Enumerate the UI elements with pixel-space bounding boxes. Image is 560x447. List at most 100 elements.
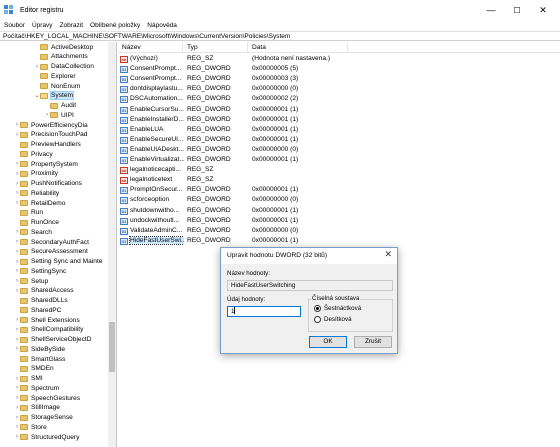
tree-item[interactable]: PreviewHandlers bbox=[14, 140, 81, 150]
close-button[interactable]: ✕ bbox=[530, 0, 556, 20]
list-row[interactable]: 01 ConsentPrompt... REG_DWORD 0x00000003 (3… bbox=[118, 74, 560, 84]
tree-item[interactable]: › PrecisionTouchPad bbox=[14, 130, 87, 140]
list-row[interactable]: 01 EnableUIADeskt... REG_DWORD 0x00000000 (… bbox=[118, 145, 560, 155]
tree-item[interactable]: ⌄ System bbox=[34, 91, 74, 101]
list-row[interactable]: 01 EnableCursorSu... REG_DWORD 0x00000001 (… bbox=[118, 105, 560, 115]
minimize-button[interactable]: — bbox=[478, 0, 504, 20]
tree-item[interactable]: SharedPC bbox=[14, 305, 61, 315]
list-row[interactable]: 01 ConsentPrompt... REG_DWORD 0x00000005 (5… bbox=[118, 64, 560, 74]
tree-item[interactable]: › Setup bbox=[14, 276, 48, 286]
window-title: Editor registru bbox=[20, 6, 64, 14]
list-row[interactable]: 01 EnableLUA REG_DWORD 0x00000001 (1) bbox=[118, 125, 560, 135]
tree-item[interactable]: › PowerEfficiencyDia bbox=[14, 120, 88, 130]
tree-item[interactable]: › Store bbox=[14, 422, 47, 432]
tree-item[interactable]: › StillImage bbox=[14, 403, 60, 413]
menu-soubor[interactable]: Soubor bbox=[4, 22, 25, 29]
tree-item[interactable]: › SpeechGestures bbox=[14, 393, 80, 403]
tree-item[interactable]: RunOnce bbox=[14, 218, 59, 228]
list-row[interactable]: 01 EnableSecureUI... REG_DWORD 0x00000001 (… bbox=[118, 135, 560, 145]
tree-item-label: Shell Extensions bbox=[31, 316, 80, 324]
maximize-button[interactable]: ☐ bbox=[504, 0, 530, 20]
value-name-cell: 01 HideFastUserSwi... bbox=[120, 235, 184, 246]
dialog-close-button[interactable]: ✕ bbox=[384, 249, 392, 260]
list-row[interactable]: ab (Výchozí) REG_SZ (Hodnota není nastavena… bbox=[118, 54, 560, 64]
ok-button[interactable]: OK bbox=[309, 336, 347, 348]
menu-upravy[interactable]: Úpravy bbox=[32, 22, 53, 29]
tree-item[interactable]: › SharedAccess bbox=[14, 286, 74, 296]
tree-item[interactable]: › SettingSync bbox=[14, 266, 66, 276]
tree-item[interactable]: › Spectrum bbox=[14, 383, 59, 393]
tree-item[interactable]: › Shell Extensions bbox=[14, 315, 80, 325]
value-type-cell: REG_DWORD bbox=[187, 125, 231, 133]
value-data-cell: 0x00000000 (0) bbox=[252, 85, 299, 93]
menu-bar: Soubor Úpravy Zobrazit Oblíbené položky … bbox=[0, 20, 560, 31]
tree-item[interactable]: › DataCollection bbox=[34, 62, 94, 72]
hex-radio[interactable]: Šestnáctková bbox=[314, 305, 361, 312]
folder-icon bbox=[20, 326, 28, 333]
tree-scrollbar[interactable] bbox=[108, 42, 116, 447]
list-row[interactable]: ab legalnoticecapti... REG_SZ bbox=[118, 165, 560, 175]
tree-item[interactable]: › RetailDemo bbox=[14, 198, 65, 208]
tree-item[interactable]: ActiveDesktop bbox=[34, 42, 93, 52]
tree-item[interactable]: › Reliability bbox=[14, 188, 59, 198]
menu-oblibene[interactable]: Oblíbené položky bbox=[90, 22, 140, 29]
list-row[interactable]: 01 undockwithoutl... REG_DWORD 0x00000001 (… bbox=[118, 216, 560, 226]
address-bar[interactable]: Počítač\HKEY_LOCAL_MACHINE\SOFTWARE\Micr… bbox=[0, 31, 560, 41]
list-row[interactable]: 01 DSCAutomation... REG_DWORD 0x00000002 (2… bbox=[118, 94, 560, 104]
menu-zobrazit[interactable]: Zobrazit bbox=[60, 22, 83, 29]
tree-item-label: ActiveDesktop bbox=[51, 43, 94, 51]
tree-item[interactable]: SMDEn bbox=[14, 364, 54, 374]
folder-icon bbox=[20, 151, 28, 158]
folder-icon bbox=[20, 268, 28, 275]
folder-icon bbox=[20, 209, 28, 216]
value-type-cell: REG_SZ bbox=[187, 166, 214, 174]
cancel-button[interactable]: Zrušit bbox=[354, 336, 392, 348]
column-name-header[interactable]: Název bbox=[118, 42, 183, 53]
list-row[interactable]: 01 EnableVirtualizat... REG_DWORD 0x0000000… bbox=[118, 155, 560, 165]
tree-item[interactable]: › ShellCompatibility bbox=[14, 325, 83, 335]
binary-value-icon: 01 bbox=[120, 187, 128, 195]
list-row[interactable]: 01 scforceoption REG_DWORD 0x00000000 (0) bbox=[118, 195, 560, 205]
tree-item[interactable]: Audit bbox=[44, 101, 76, 111]
column-data-header[interactable]: Data bbox=[248, 42, 348, 53]
tree-item[interactable]: SmartGlass bbox=[14, 354, 65, 364]
value-data-cell: 0x00000001 (1) bbox=[252, 206, 299, 214]
binary-value-icon: 01 bbox=[120, 217, 128, 225]
value-data-field[interactable]: 1 bbox=[227, 306, 301, 317]
list-row[interactable]: 01 dontdisplaylastu... REG_DWORD 0x00000000… bbox=[118, 84, 560, 94]
tree-item[interactable]: › PropertySystem bbox=[14, 159, 78, 169]
tree-item[interactable]: Privacy bbox=[14, 149, 53, 159]
tree-item[interactable]: NonEnum bbox=[34, 81, 80, 91]
tree-item[interactable]: › PushNotifications bbox=[14, 179, 82, 189]
tree-item[interactable]: SharedDLLs bbox=[14, 296, 68, 306]
tree-item[interactable]: Attachments bbox=[34, 52, 88, 62]
tree-item[interactable]: › SecureAssessment bbox=[14, 247, 88, 257]
tree-item[interactable]: › SMI bbox=[14, 374, 43, 384]
tree-item[interactable]: › UIPI bbox=[44, 110, 74, 120]
tree-item[interactable]: › ShellServiceObjectD bbox=[14, 335, 91, 345]
menu-napoveda[interactable]: Nápověda bbox=[147, 22, 177, 29]
string-value-icon: ab bbox=[120, 167, 128, 175]
tree-item[interactable]: › Setting Sync and Mainte bbox=[14, 257, 102, 267]
tree-item[interactable]: › Proximity bbox=[14, 169, 58, 179]
decimal-radio[interactable]: Desítková bbox=[314, 316, 352, 323]
column-type-header[interactable]: Typ bbox=[183, 42, 248, 53]
tree-item[interactable]: › StructuredQuery bbox=[14, 432, 79, 442]
tree-item[interactable]: Explorer bbox=[34, 71, 76, 81]
list-row[interactable]: 01 shutdownwitho... REG_DWORD 0x00000001 (1… bbox=[118, 206, 560, 216]
binary-value-icon: 01 bbox=[120, 227, 128, 235]
tree-item-label: SettingSync bbox=[31, 267, 67, 275]
tree-item[interactable]: › SideBySide bbox=[14, 344, 65, 354]
list-row[interactable]: 01 HideFastUserSwi... REG_DWORD 0x00000001 … bbox=[118, 235, 560, 246]
tree-item[interactable]: › StorageSense bbox=[14, 413, 73, 423]
list-row[interactable]: 01 PromptOnSecur... REG_DWORD 0x00000001 (1… bbox=[118, 185, 560, 195]
binary-value-icon: 01 bbox=[120, 146, 128, 154]
list-row[interactable]: ab legalnoticetext REG_SZ bbox=[118, 175, 560, 185]
tree-item[interactable]: Run bbox=[14, 208, 43, 218]
folder-icon bbox=[20, 122, 28, 128]
list-row[interactable]: 01 EnableInstallerD... REG_DWORD 0x00000001… bbox=[118, 115, 560, 125]
list-row[interactable]: 01 ValidateAdminC... REG_DWORD 0x00000000 (… bbox=[118, 226, 560, 236]
tree-item[interactable]: › SecondaryAuthFact bbox=[14, 237, 89, 247]
tree-item[interactable]: › Search bbox=[14, 227, 52, 237]
tree-scrollbar-thumb[interactable] bbox=[109, 322, 115, 372]
